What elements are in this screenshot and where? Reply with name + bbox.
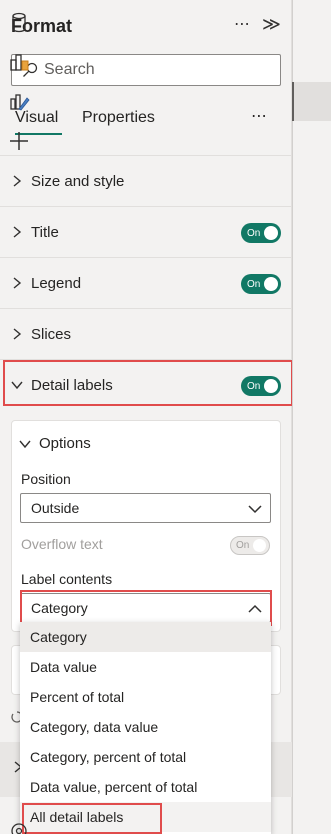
toggle-label: On <box>247 227 261 239</box>
highlight-box <box>22 803 162 834</box>
section-title[interactable]: Title On <box>0 206 292 257</box>
menu-item-percent-of-total[interactable]: Percent of total <box>20 682 271 712</box>
data-icon[interactable] <box>8 12 30 34</box>
tab-more-icon[interactable]: ⋯ <box>251 106 268 126</box>
chevron-right-icon <box>13 328 22 340</box>
menu-item-category-percent-of-total[interactable]: Category, percent of total <box>20 742 271 772</box>
options-title: Options <box>39 435 91 452</box>
toggle-knob <box>264 226 278 240</box>
format-visual-icon[interactable] <box>8 90 30 112</box>
overflow-text-label: Overflow text <box>21 536 103 552</box>
settings-icon[interactable] <box>8 820 30 834</box>
chevron-right-icon <box>13 277 22 289</box>
section-legend[interactable]: Legend On <box>0 257 292 308</box>
pane-switcher-rail <box>292 0 331 834</box>
label-contents-label: Label contents <box>21 571 113 587</box>
menu-item-data-value-percent-of-total[interactable]: Data value, percent of total <box>20 772 271 802</box>
build-visual-icon[interactable] <box>8 51 30 73</box>
section-label: Slices <box>31 325 72 343</box>
section-slices[interactable]: Slices <box>0 308 292 359</box>
toggle-label: On <box>247 278 261 290</box>
title-toggle[interactable]: On <box>241 223 281 243</box>
section-label: Legend <box>31 274 82 292</box>
position-dropdown[interactable]: Outside <box>20 493 271 523</box>
menu-item-category-data-value[interactable]: Category, data value <box>20 712 271 742</box>
active-rail-indicator <box>292 82 331 121</box>
toggle-knob <box>253 539 266 552</box>
tab-properties[interactable]: Properties <box>82 109 155 127</box>
search-input[interactable]: Search <box>11 54 281 86</box>
collapse-pane-icon[interactable]: ≫ <box>262 14 281 35</box>
more-options-icon[interactable]: ⋯ <box>234 14 251 34</box>
menu-item-data-value[interactable]: Data value <box>20 652 271 682</box>
options-header[interactable]: Options <box>19 435 91 452</box>
section-size-and-style[interactable]: Size and style <box>0 155 292 206</box>
chevron-right-icon <box>13 226 22 238</box>
position-label: Position <box>21 471 71 487</box>
chevron-down-icon <box>19 440 31 448</box>
search-placeholder: Search <box>44 61 95 78</box>
menu-item-category[interactable]: Category <box>20 622 271 652</box>
section-label: Size and style <box>31 172 125 190</box>
highlight-box <box>3 360 293 406</box>
legend-toggle[interactable]: On <box>241 274 281 294</box>
highlight-box <box>20 590 272 626</box>
section-label: Title <box>31 223 59 241</box>
chevron-right-icon <box>13 175 22 187</box>
overflow-text-toggle[interactable]: On <box>230 536 270 555</box>
toggle-knob <box>264 277 278 291</box>
position-value: Outside <box>31 500 80 516</box>
toggle-label: On <box>236 540 250 551</box>
chevron-down-icon <box>248 505 262 514</box>
add-icon[interactable] <box>8 130 30 152</box>
